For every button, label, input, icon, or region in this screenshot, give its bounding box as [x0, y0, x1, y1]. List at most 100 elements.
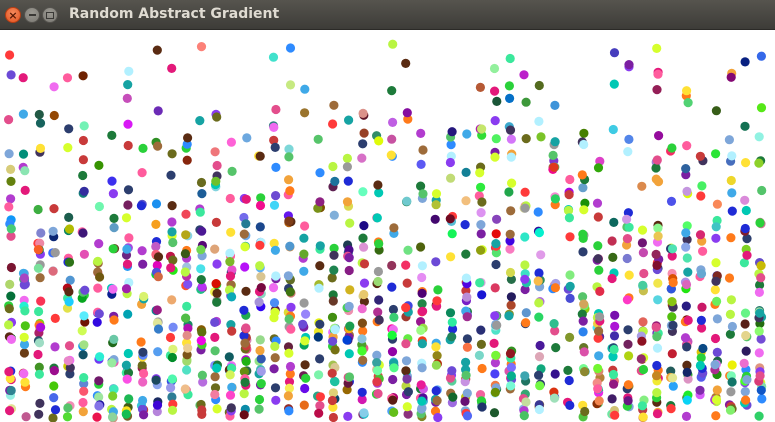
- gradient-dot: [107, 412, 118, 422]
- gradient-dot: [668, 320, 678, 330]
- gradient-dot: [18, 73, 28, 83]
- gradient-dot: [711, 276, 721, 286]
- gradient-dot: [446, 252, 456, 262]
- gradient-dot: [475, 168, 485, 178]
- gradient-dot: [506, 381, 516, 391]
- gradient-dot: [755, 218, 765, 228]
- gradient-dot: [489, 338, 499, 348]
- gradient-dot: [225, 248, 235, 258]
- gradient-dot: [712, 385, 722, 395]
- gradient-dot: [359, 278, 370, 288]
- gradient-dot: [270, 353, 280, 363]
- gradient-dot: [460, 396, 470, 406]
- gradient-dot: [681, 228, 691, 238]
- gradient-dot: [490, 387, 500, 397]
- gradient-dot: [6, 385, 16, 396]
- gradient-dot: [756, 261, 766, 271]
- gradient-dot: [549, 319, 559, 329]
- gradient-dot: [754, 326, 764, 336]
- gradient-dot: [34, 369, 45, 379]
- gradient-dot: [533, 207, 543, 217]
- gradient-dot: [477, 124, 487, 134]
- gradient-dot: [389, 223, 399, 233]
- gradient-dot: [594, 351, 604, 361]
- gradient-dot: [342, 197, 353, 207]
- gradient-dot: [4, 304, 14, 314]
- gradient-dot: [300, 360, 310, 370]
- title-bar[interactable]: × Random Abstract Gradient: [0, 0, 775, 30]
- gradient-dot: [695, 230, 706, 240]
- gradient-dot: [299, 249, 309, 259]
- gradient-dot: [138, 395, 148, 406]
- gradient-dot: [431, 200, 441, 210]
- gradient-dot: [255, 240, 265, 250]
- gradient-dot: [578, 247, 588, 257]
- gradient-dot: [623, 380, 634, 390]
- gradient-dot: [327, 395, 337, 406]
- gradient-dot: [756, 273, 766, 283]
- gradient-dot: [652, 360, 662, 371]
- gradient-dot: [210, 389, 220, 400]
- gradient-dot: [49, 393, 59, 403]
- gradient-dot: [19, 369, 29, 379]
- gradient-dot: [285, 287, 295, 297]
- gradient-dot: [50, 313, 60, 323]
- gradient-dot: [462, 312, 472, 322]
- gradient-dot: [387, 347, 398, 357]
- gradient-dot: [506, 134, 516, 144]
- gradient-dot: [389, 312, 399, 322]
- gradient-dot: [506, 152, 516, 162]
- gradient-dot: [64, 297, 74, 307]
- gradient-dot: [402, 374, 412, 384]
- gradient-dot: [183, 133, 193, 143]
- gradient-dot: [578, 183, 588, 193]
- gradient-dot: [609, 331, 620, 341]
- gradient-dot: [254, 297, 264, 307]
- gradient-dot: [711, 411, 721, 421]
- gradient-dot: [623, 396, 633, 406]
- gradient-dot: [610, 321, 620, 331]
- gradient-dot: [461, 273, 471, 283]
- close-icon[interactable]: ×: [5, 7, 21, 23]
- gradient-dot: [462, 292, 472, 302]
- gradient-dot: [520, 371, 530, 381]
- gradient-dot: [343, 176, 353, 186]
- gradient-dot: [62, 73, 73, 83]
- gradient-dot: [344, 301, 354, 311]
- gradient-dot: [696, 269, 707, 279]
- gradient-dot: [725, 405, 736, 415]
- gradient-dot: [681, 279, 692, 290]
- gradient-dot: [315, 319, 325, 329]
- gradient-dot: [755, 371, 765, 381]
- gradient-dot: [298, 319, 308, 329]
- gradient-dot: [328, 336, 338, 346]
- gradient-dot: [682, 342, 692, 352]
- gradient-dot: [301, 373, 311, 383]
- gradient-dot: [724, 135, 735, 145]
- drawing-canvas[interactable]: [0, 30, 775, 422]
- gradient-dot: [579, 139, 589, 150]
- gradient-dot: [35, 398, 45, 408]
- gradient-dot: [521, 134, 531, 144]
- gradient-dot: [683, 315, 693, 325]
- gradient-dot: [594, 265, 604, 275]
- gradient-dot: [638, 280, 648, 290]
- gradient-dot: [167, 374, 177, 384]
- gradient-dot: [80, 285, 90, 295]
- gradient-dot: [491, 239, 501, 249]
- gradient-dot: [741, 346, 751, 356]
- gradient-dot: [756, 385, 766, 395]
- gradient-dot: [182, 301, 192, 311]
- gradient-dot: [300, 221, 310, 231]
- gradient-dot: [63, 403, 73, 413]
- gradient-dot: [624, 134, 634, 144]
- minimize-icon[interactable]: [24, 7, 40, 23]
- maximize-icon[interactable]: [42, 7, 58, 23]
- gradient-dot: [6, 164, 16, 174]
- gradient-dot: [196, 336, 206, 346]
- gradient-dot: [227, 382, 237, 392]
- gradient-dot: [271, 104, 281, 115]
- gradient-dot: [506, 292, 516, 302]
- gradient-dot: [447, 332, 457, 342]
- gradient-dot: [505, 53, 515, 64]
